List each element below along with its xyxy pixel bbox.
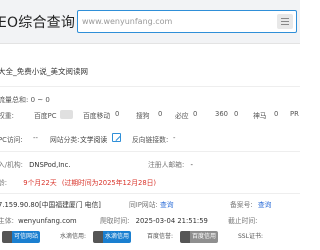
engine-baidu-pc-badge[interactable] (60, 110, 73, 119)
baidu-icon (180, 231, 190, 243)
edit-icon[interactable] (112, 133, 121, 142)
engine-pr-label: PR (290, 110, 299, 118)
domain-age-value: 9个月22天 (23, 179, 57, 187)
search-box[interactable] (77, 10, 297, 33)
same-ip-label: 同IP网站: (129, 201, 158, 209)
engine-baidu-pc-label: 百度PC (34, 112, 57, 120)
registrar-value: DNSPod,Inc. (29, 161, 71, 169)
engine-baidu-mobile-value: 0 (115, 110, 120, 118)
domain-expiry-note: (过期时间为2025年12月28日) (61, 179, 157, 187)
search-button[interactable] (277, 14, 293, 29)
water-drop-icon (93, 231, 103, 243)
trusted-site-badge[interactable]: 可信网站 (2, 231, 41, 243)
domain-age-row: 龄: 9个月22天 (过期时间为2025年12月28日) (0, 177, 156, 187)
crawl-time-value: 2025-03-04 21:51:59 (135, 217, 208, 225)
category-label: 网站分类: (50, 136, 80, 144)
expire-row: 截止时间: (228, 215, 257, 225)
pc-access-label: PC访问: (0, 136, 23, 144)
registrar-row: 入/机构: DNSPod,Inc. (0, 159, 71, 169)
menu-icon-line (281, 18, 289, 19)
registrant-email-value: - (190, 161, 193, 169)
engine-shenma-value: 0 (274, 110, 279, 118)
search-input[interactable] (82, 14, 262, 29)
registrant-email-label: 注册人邮箱: (148, 161, 185, 169)
registrar-label: 入/机构: (0, 161, 23, 169)
engine-bing-label: 必应 (175, 112, 189, 120)
domain-value: wenyunfang.com (18, 217, 77, 225)
engine-sogou-value: 0 (158, 110, 163, 118)
domain-label: 主体: (0, 217, 14, 225)
water-credit-label: 水滴信用: (60, 233, 87, 240)
engine-360-value: 0 (234, 110, 239, 118)
same-ip-row: 同IP网站: 查询 (129, 199, 174, 209)
engine-360-label: 360 (215, 110, 228, 118)
crawl-time-row: 爬取时间: 2025-03-04 21:51:59 (100, 215, 208, 225)
category-value: 文学阅读 (80, 136, 108, 144)
ssl-cert-label: SSL证书: (238, 233, 263, 240)
shield-icon (2, 231, 12, 243)
trust-badges: 可信网站 水滴信用: 水滴信用 百度信誉: 百度信用 SSL证书: (0, 231, 300, 245)
beian-label: 备案号: (230, 201, 253, 209)
traffic-total: 流量总和: 0 ~ 0 (0, 96, 50, 104)
site-logo[interactable]: EO综合查询 (0, 12, 75, 32)
email-row: 注册人邮箱: - (148, 159, 193, 169)
domain-row: 主体: wenyunfang.com (0, 215, 77, 225)
site-title: 大全_免费小说_美文阅读网 (0, 67, 88, 76)
engine-shenma-label: 神马 (253, 112, 267, 120)
divider (0, 193, 300, 194)
header: EO综合查询 (0, 0, 300, 44)
baidu-credit-badge[interactable]: 百度信用 (180, 231, 219, 243)
menu-icon-line (281, 21, 289, 22)
water-credit-badge[interactable]: 水滴信用 (93, 231, 132, 243)
engine-baidu-mobile-label: 百度移动 (83, 112, 111, 120)
engine-weights: 权重: 百度PC 百度移动 0 搜狗 0 必应 0 360 0 神马 0 PR (0, 110, 300, 122)
engine-bing-value: 0 (193, 110, 198, 118)
server-ip: 7.159.90.80[中国福建厦门 电信] (0, 201, 101, 209)
divider (0, 86, 300, 87)
same-ip-link[interactable]: 查询 (160, 201, 174, 209)
beian-link[interactable]: 查询 (258, 201, 272, 209)
divider (0, 151, 300, 152)
expire-label: 截止时间: (228, 217, 258, 225)
baidu-credit-label: 百度信誉: (147, 233, 174, 240)
domain-age-label: 龄: (0, 179, 8, 187)
menu-icon-line (281, 24, 289, 25)
reverse-links-label: 反向链接数: (132, 136, 169, 144)
crawl-time-label: 爬取时间: (100, 217, 130, 225)
weight-label: 权重: (0, 112, 14, 120)
engine-sogou-label: 搜狗 (136, 112, 150, 120)
reverse-links-value: - (173, 134, 176, 142)
pc-access-value: -- (33, 134, 38, 142)
beian-row: 备案号: 查询 (230, 199, 271, 209)
access-row: PC访问: -- 网站分类: 文学阅读 反向链接数: - (0, 133, 300, 148)
